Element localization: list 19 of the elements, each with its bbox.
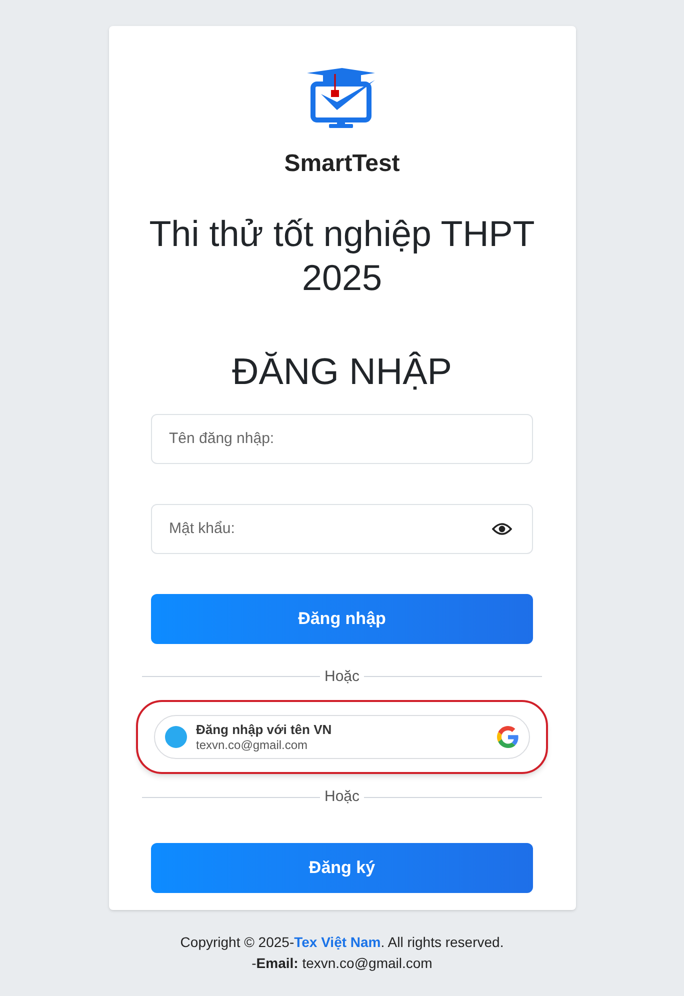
google-account-button[interactable]: Đăng nhập với tên VN texvn.co@gmail.com	[154, 715, 530, 759]
brand-name: SmartTest	[284, 149, 400, 179]
page-title: Thi thử tốt nghiệp THPT 2025	[148, 212, 536, 300]
login-button[interactable]: Đăng nhập	[151, 594, 533, 644]
login-heading: ĐĂNG NHẬP	[232, 350, 452, 394]
divider-label: Hoặc	[323, 666, 361, 686]
password-field[interactable]: Mật khẩu:	[151, 504, 533, 554]
avatar-icon	[165, 726, 187, 748]
logo-icon	[307, 66, 377, 130]
eye-icon[interactable]	[492, 522, 512, 536]
google-icon	[497, 726, 519, 748]
divider-label: Hoặc	[323, 787, 361, 807]
account-email: texvn.co@gmail.com	[196, 738, 309, 752]
account-name: Đăng nhập với tên VN	[196, 722, 333, 738]
register-button[interactable]: Đăng ký	[151, 842, 533, 892]
copyright-text: Copyright © 2025-Tex Việt Nam. All rights reserved.	[180, 933, 504, 952]
email-text: -Email: texvn.co@gmail.com	[252, 954, 432, 973]
username-field[interactable]: Tên đăng nhập:	[151, 414, 533, 464]
company-link[interactable]: Tex Việt Nam	[294, 934, 381, 950]
